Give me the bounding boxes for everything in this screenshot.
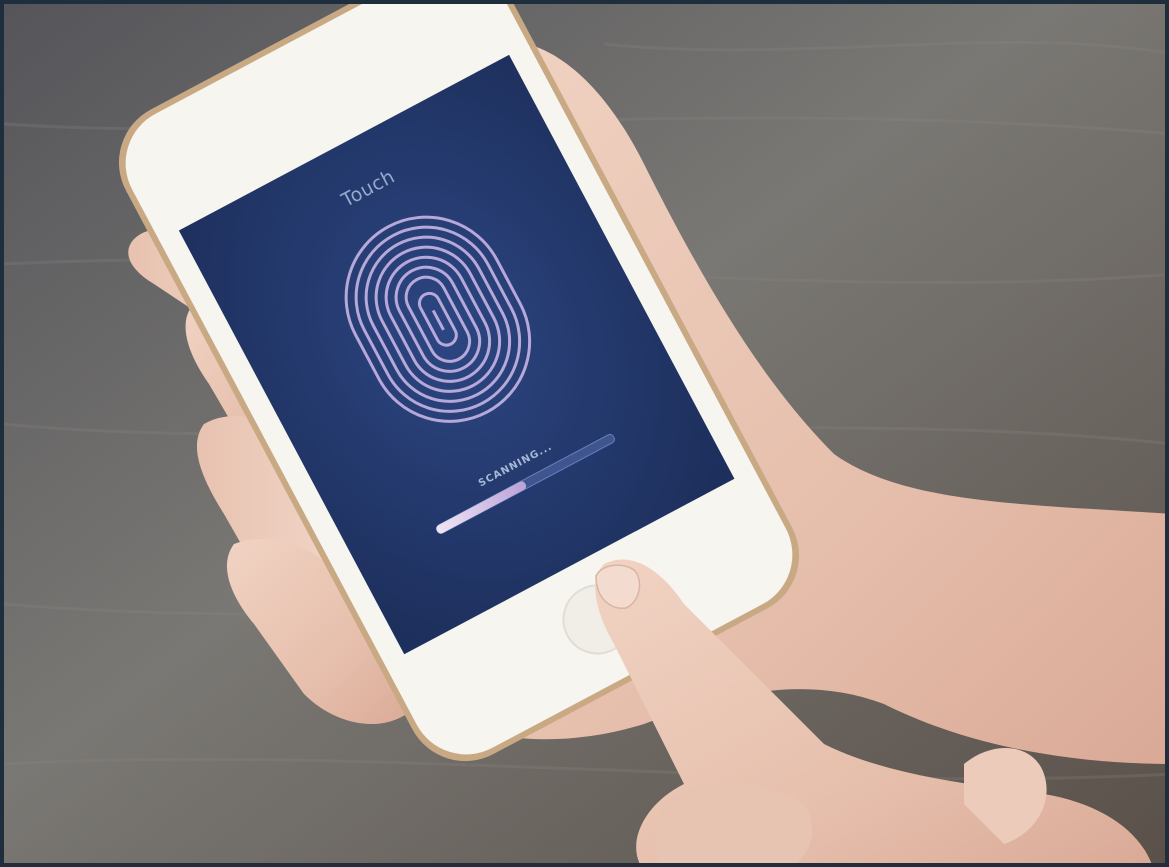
photo-frame: Touch SCANNING...	[0, 0, 1169, 867]
photo-scene: Touch SCANNING...	[4, 4, 1165, 863]
